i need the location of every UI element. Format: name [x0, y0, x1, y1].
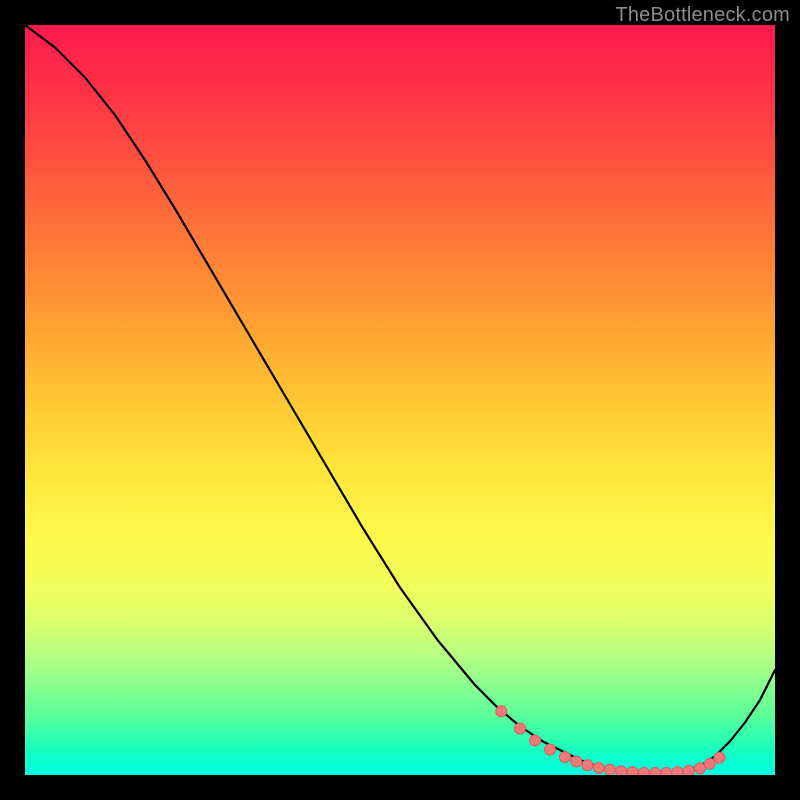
curve-dot — [496, 706, 507, 717]
curve-dot — [672, 767, 683, 775]
curve-dot — [515, 723, 526, 734]
curve-dot — [530, 735, 541, 746]
curve-dot — [545, 744, 556, 755]
curve-dot — [650, 768, 661, 775]
curve-dots — [496, 706, 725, 775]
curve-dot — [616, 766, 627, 775]
chart-container: TheBottleneck.com — [0, 0, 800, 800]
curve-dot — [704, 758, 715, 769]
curve-dot — [582, 760, 593, 771]
curve-dot — [638, 767, 649, 775]
curve-layer — [25, 25, 775, 775]
curve-dot — [560, 752, 571, 763]
curve-dot — [714, 752, 725, 763]
bottleneck-curve — [25, 25, 775, 773]
curve-dot — [627, 767, 638, 775]
attribution-label: TheBottleneck.com — [615, 4, 790, 27]
curve-dot — [683, 765, 694, 775]
plot-area — [25, 25, 775, 775]
curve-dot — [571, 756, 582, 767]
curve-dot — [605, 764, 616, 775]
curve-dot — [593, 762, 604, 773]
curve-dot — [661, 767, 672, 775]
